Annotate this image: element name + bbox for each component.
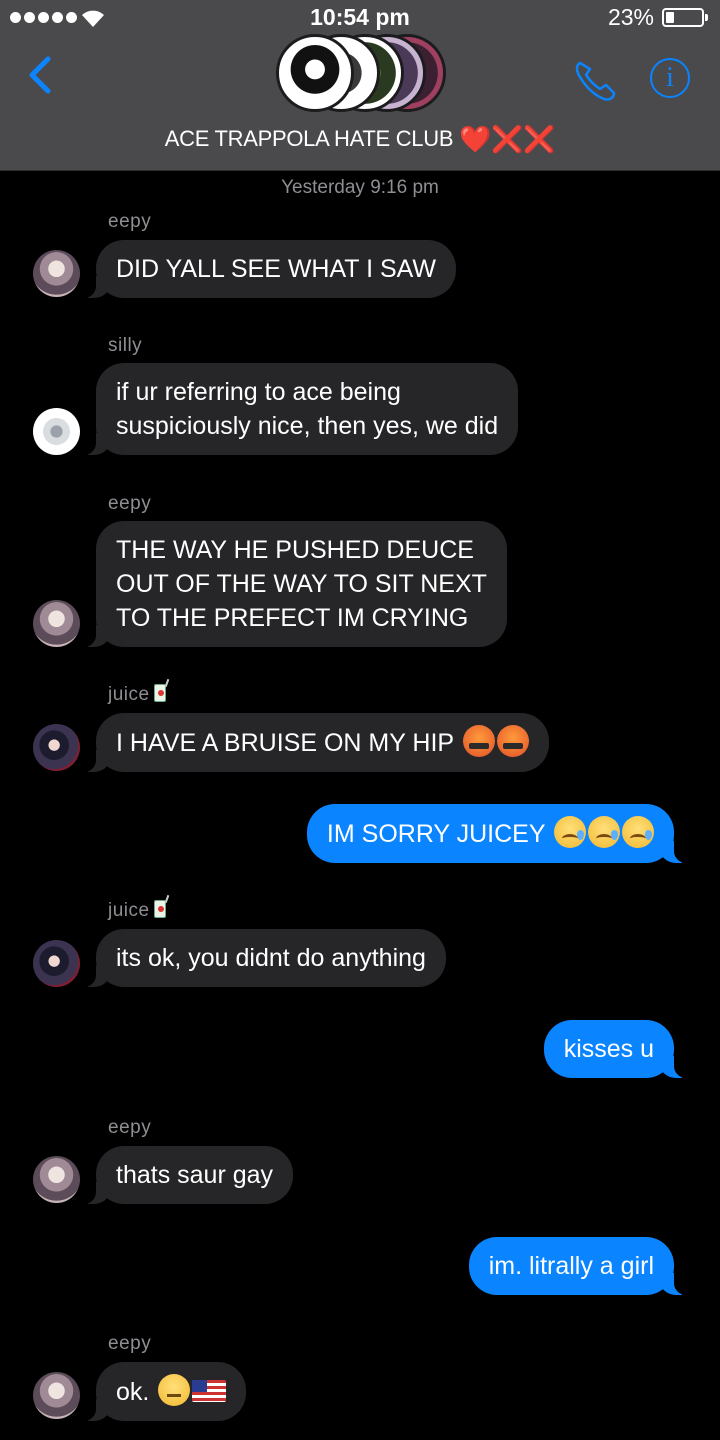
- sender-name-text: juice: [108, 900, 150, 921]
- info-icon[interactable]: i: [650, 58, 690, 98]
- incoming-message[interactable]: THE WAY HE PUSHED DEUCE OUT OF THE WAY T…: [82, 521, 507, 647]
- battery-percent: 23%: [607, 4, 654, 30]
- message-text: thats saur gay: [116, 1161, 274, 1189]
- group-title-emoji: ❤️❌❌: [459, 124, 556, 154]
- sender-name: silly: [108, 335, 143, 356]
- avatar[interactable]: [33, 250, 80, 297]
- message-text: its ok, you didnt do anything: [116, 944, 426, 972]
- outgoing-message[interactable]: kisses u: [543, 1020, 689, 1078]
- us-flag-emoji-icon: [192, 1380, 227, 1402]
- sender-name: eepy: [108, 1117, 152, 1138]
- message-timestamp: Yesterday 9:16 pm: [281, 177, 439, 198]
- neutral-face-emoji-icon: [158, 1374, 191, 1406]
- battery-icon: [662, 8, 708, 27]
- angry-face-emoji-icon: [496, 725, 529, 757]
- message-text-line: THE WAY HE PUSHED DEUCE: [116, 536, 474, 564]
- message-text: ok.: [116, 1378, 150, 1406]
- crying-face-emoji-icon: [622, 816, 654, 848]
- status-bar: 10:54 pm 23%: [0, 0, 720, 36]
- avatar[interactable]: [33, 408, 80, 455]
- avatar[interactable]: [33, 1156, 80, 1203]
- outgoing-message[interactable]: IM SORRY JUICEY: [306, 804, 689, 863]
- chat-header: 10:54 pm 23% i ACE TRAPPOLA HATE CLUB ❤️…: [0, 0, 720, 171]
- outgoing-message[interactable]: im. litrally a girl: [468, 1237, 689, 1295]
- sender-name: juice: [108, 684, 166, 706]
- sender-name: eepy: [108, 493, 152, 514]
- crying-face-emoji-icon: [554, 816, 586, 848]
- incoming-message[interactable]: its ok, you didnt do anything: [82, 929, 446, 987]
- sender-name-text: juice: [108, 684, 150, 705]
- sender-name: eepy: [108, 211, 152, 232]
- group-avatar-stack[interactable]: [276, 34, 446, 114]
- message-text-line: suspiciously nice, then yes, we did: [116, 412, 499, 440]
- avatar[interactable]: [33, 1372, 80, 1419]
- incoming-message[interactable]: I HAVE A BRUISE ON MY HIP: [82, 713, 549, 772]
- message-text: I HAVE A BRUISE ON MY HIP: [116, 729, 454, 757]
- message-text-line: OUT OF THE WAY TO SIT NEXT: [116, 570, 487, 598]
- avatar[interactable]: [33, 724, 80, 771]
- incoming-message[interactable]: thats saur gay: [81, 1146, 294, 1204]
- avatar[interactable]: [33, 600, 80, 647]
- avatar[interactable]: [33, 940, 80, 987]
- juice-box-icon: [153, 684, 166, 702]
- incoming-message[interactable]: DID YALL SEE WHAT I SAW: [82, 240, 456, 298]
- incoming-message[interactable]: ok.: [81, 1362, 247, 1421]
- message-text: DID YALL SEE WHAT I SAW: [116, 255, 436, 283]
- message-text: im. litrally a girl: [488, 1252, 654, 1280]
- group-member-avatar: [276, 34, 354, 112]
- incoming-message[interactable]: if ur referring to ace being suspiciousl…: [81, 363, 519, 455]
- group-title[interactable]: ACE TRAPPOLA HATE CLUB ❤️❌❌: [0, 124, 720, 155]
- sender-name: eepy: [108, 1333, 152, 1354]
- message-text: kisses u: [563, 1035, 654, 1063]
- group-title-text: ACE TRAPPOLA HATE CLUB: [164, 126, 454, 151]
- message-text: IM SORRY JUICEY: [326, 820, 546, 848]
- back-chevron-icon[interactable]: [24, 55, 58, 95]
- phone-icon[interactable]: [572, 57, 618, 103]
- message-text-line: if ur referring to ace being: [116, 378, 401, 406]
- angry-face-emoji-icon: [462, 725, 495, 757]
- sender-name: juice: [108, 900, 166, 922]
- juice-box-icon: [153, 900, 166, 918]
- crying-face-emoji-icon: [588, 816, 620, 848]
- message-text-line: TO THE PREFECT IM CRYING: [116, 604, 469, 632]
